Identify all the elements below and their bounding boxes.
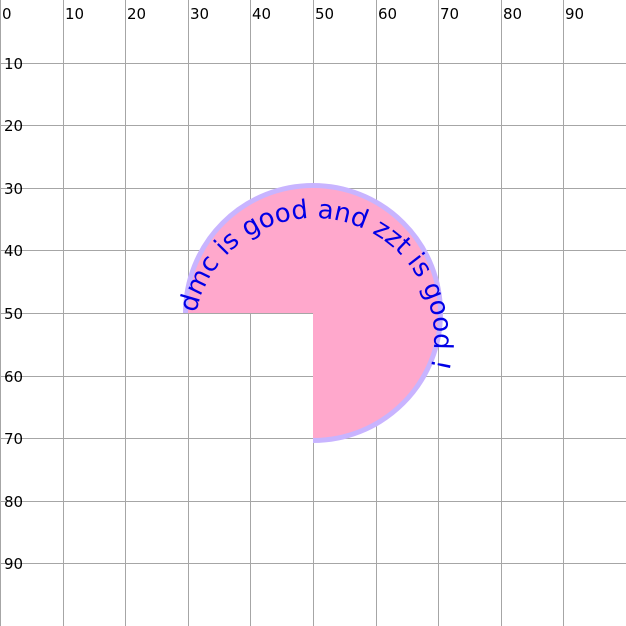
x-tick-label: 80	[503, 5, 522, 23]
x-tick-label: 70	[440, 5, 459, 23]
x-tick-label: 20	[127, 5, 146, 23]
x-axis-tick-labels: 0 10 20 30 40 50 60 70 80 90	[2, 5, 584, 23]
y-tick-label: 60	[4, 368, 23, 386]
x-tick-label: 0	[2, 5, 12, 23]
x-tick-label: 40	[252, 5, 271, 23]
x-tick-label: 90	[565, 5, 584, 23]
y-tick-label: 50	[4, 305, 23, 323]
y-axis-tick-labels: 10 20 30 40 50 60 70 80 90	[4, 55, 23, 573]
x-tick-label: 50	[315, 5, 334, 23]
y-tick-label: 20	[4, 117, 23, 135]
y-tick-label: 70	[4, 430, 23, 448]
x-tick-label: 10	[65, 5, 84, 23]
drawing-canvas: 0 10 20 30 40 50 60 70 80 90 102030405060708090 d…	[0, 0, 626, 626]
y-tick-label: 10	[4, 55, 23, 73]
y-tick-label: 40	[4, 242, 23, 260]
x-tick-label: 60	[378, 5, 397, 23]
x-tick-label: 30	[190, 5, 209, 23]
y-tick-label: 90	[4, 555, 23, 573]
y-tick-label: 30	[4, 180, 23, 198]
y-tick-label: 80	[4, 493, 23, 511]
